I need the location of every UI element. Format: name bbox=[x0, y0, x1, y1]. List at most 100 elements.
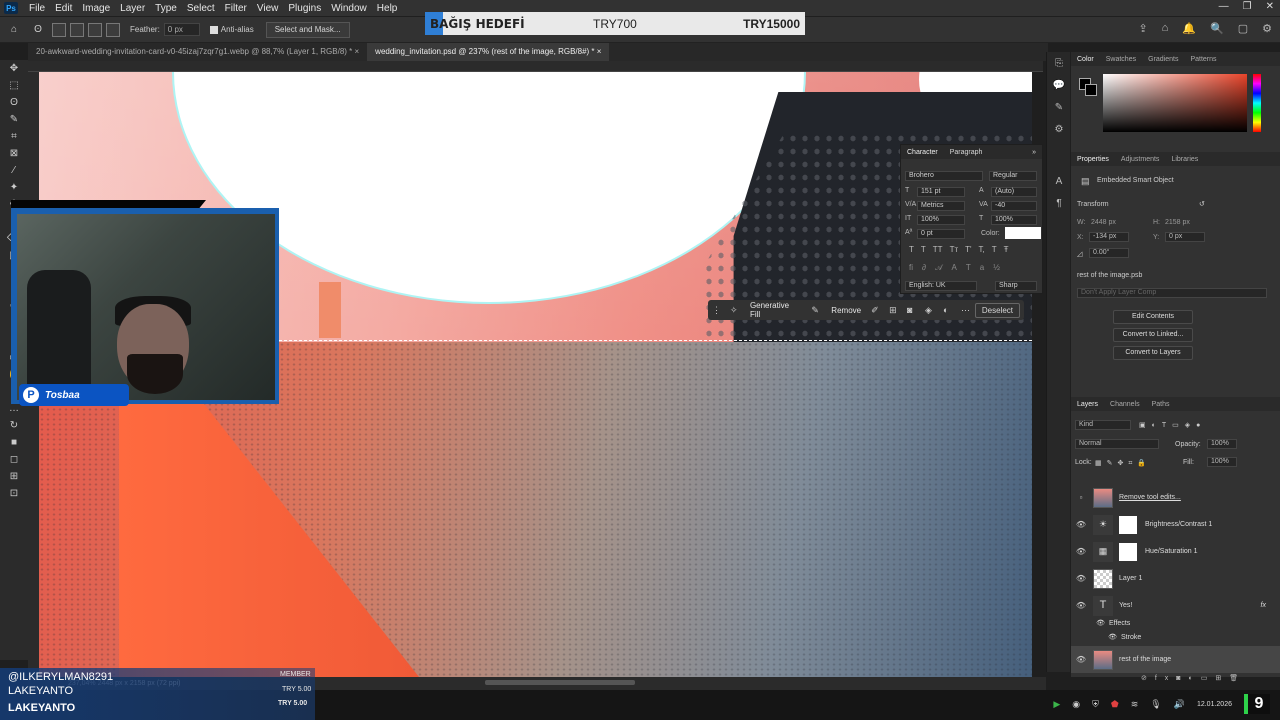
character-panel-icon[interactable]: A bbox=[1047, 170, 1071, 192]
layer-row[interactable]: 👁 ▦ Hue/Saturation 1 bbox=[1071, 538, 1280, 565]
menu-help[interactable]: Help bbox=[372, 3, 403, 14]
healing-brush-tool-icon[interactable]: ✦ bbox=[0, 179, 28, 196]
kerning-input[interactable]: Metrics bbox=[917, 201, 965, 211]
menu-layer[interactable]: Layer bbox=[115, 3, 150, 14]
menu-view[interactable]: View bbox=[252, 3, 284, 14]
select-and-mask-button[interactable]: Select and Mask... bbox=[265, 21, 350, 38]
ordinal-icon[interactable]: a bbox=[980, 263, 984, 273]
subtract-selection-button[interactable] bbox=[88, 22, 102, 37]
layer-actions-icons[interactable]: ⊘fx◙◐▭⊞🗑 bbox=[1141, 674, 1246, 682]
tab-paragraph[interactable]: Paragraph bbox=[944, 149, 989, 156]
adjustment-icon[interactable]: ◐ bbox=[943, 305, 953, 315]
superscript-icon[interactable]: T' bbox=[965, 245, 971, 254]
generative-fill-button[interactable]: Generative Fill bbox=[744, 301, 807, 319]
text-color-swatch[interactable] bbox=[1005, 227, 1041, 239]
eye-icon[interactable]: 👁 bbox=[1071, 520, 1091, 529]
lock-icons[interactable]: ▦✎✥⌗🔒 bbox=[1095, 459, 1151, 468]
layer-filter-kind-select[interactable]: Kind bbox=[1075, 420, 1131, 430]
foreground-color-icon[interactable]: ■ bbox=[0, 434, 28, 451]
faux-bold-icon[interactable]: T bbox=[909, 245, 914, 254]
visibility-off-icon[interactable]: ▫ bbox=[1071, 493, 1091, 502]
deselect-button[interactable]: Deselect bbox=[974, 302, 1021, 318]
tab-channels[interactable]: Channels bbox=[1104, 401, 1146, 408]
lasso-preset-icon[interactable]: ʘ bbox=[28, 21, 48, 38]
collapse-icon[interactable]: » bbox=[1026, 149, 1042, 156]
layer-row[interactable]: ▫ Remove tool edits... bbox=[1071, 484, 1280, 511]
tab-color[interactable]: Color bbox=[1071, 56, 1100, 63]
eye-icon[interactable]: 👁 bbox=[1071, 574, 1091, 583]
vertical-scale-input[interactable]: 100% bbox=[917, 215, 965, 225]
layer-filter-icons[interactable]: ▣◐T▭◈● bbox=[1139, 421, 1206, 429]
blend-mode-select[interactable]: Normal bbox=[1075, 439, 1159, 449]
tab-paths[interactable]: Paths bbox=[1146, 401, 1176, 408]
tab-wedding-invitation[interactable]: wedding_invitation.psd @ 237% (rest of t… bbox=[367, 43, 610, 61]
fx-icon[interactable]: fx bbox=[1261, 602, 1266, 609]
ligature-icon[interactable]: fi bbox=[909, 263, 913, 273]
cloud-icon[interactable]: ⌂ bbox=[1162, 22, 1169, 35]
underline-icon[interactable]: T bbox=[992, 245, 997, 254]
frame-tool-icon[interactable]: ⊠ bbox=[0, 145, 28, 162]
baseline-input[interactable]: 0 pt bbox=[917, 229, 965, 239]
settings-icon[interactable]: ⚙ bbox=[1262, 22, 1272, 35]
small-caps-icon[interactable]: Tт bbox=[950, 245, 959, 254]
home-icon[interactable]: ⌂ bbox=[0, 21, 28, 38]
hue-slider[interactable] bbox=[1253, 74, 1261, 132]
fill-input[interactable]: 100% bbox=[1207, 457, 1237, 467]
convert-to-layers-button[interactable]: Convert to Layers bbox=[1113, 346, 1193, 360]
minimize-icon[interactable]: — bbox=[1219, 1, 1229, 12]
language-select[interactable]: English: UK bbox=[905, 281, 977, 291]
more-options-icon[interactable]: ⋯ bbox=[961, 305, 971, 315]
shield-icon[interactable]: ⛨ bbox=[1092, 699, 1099, 710]
menu-file[interactable]: File bbox=[24, 3, 50, 14]
menu-select[interactable]: Select bbox=[182, 3, 220, 14]
restore-icon[interactable]: ❐ bbox=[1243, 1, 1252, 12]
old-style-icon[interactable]: ∂ bbox=[922, 263, 926, 273]
antivirus-icon[interactable]: ⬟ bbox=[1111, 699, 1119, 710]
search-icon[interactable]: 🔍 bbox=[1210, 22, 1224, 35]
eye-icon[interactable]: 👁 bbox=[1071, 547, 1091, 556]
workspace-icon[interactable]: ▢ bbox=[1238, 22, 1248, 35]
menu-type[interactable]: Type bbox=[150, 3, 182, 14]
dots-handle-icon[interactable]: ⋮ bbox=[712, 305, 722, 315]
mask-icon[interactable]: ◙ bbox=[907, 305, 917, 315]
stylistic-icon[interactable]: A bbox=[952, 263, 957, 273]
lasso-tool-icon[interactable]: ʘ bbox=[0, 94, 28, 111]
strikethrough-icon[interactable]: Ŧ bbox=[1004, 245, 1009, 254]
menu-image[interactable]: Image bbox=[77, 3, 115, 14]
font-style-select[interactable]: Regular bbox=[989, 171, 1037, 181]
quick-mask-icon[interactable]: ◻ bbox=[0, 451, 28, 468]
y-position-input[interactable]: 0 px bbox=[1165, 232, 1205, 242]
angle-input[interactable]: 0.00° bbox=[1089, 248, 1129, 258]
edit-contents-button[interactable]: Edit Contents bbox=[1113, 310, 1193, 324]
tray-app-icon[interactable]: ◉ bbox=[1072, 699, 1080, 710]
notification-badge[interactable]: 9 bbox=[1244, 694, 1270, 714]
comments-icon[interactable]: 💬 bbox=[1047, 74, 1071, 96]
opacity-input[interactable]: 100% bbox=[1207, 439, 1237, 449]
crop-tool-icon[interactable]: ⌗ bbox=[0, 128, 28, 145]
feather-input[interactable]: 0 px bbox=[163, 23, 200, 36]
antialias-checkbox[interactable] bbox=[209, 25, 218, 34]
play-icon[interactable]: ▶ bbox=[1053, 699, 1060, 710]
close-icon[interactable]: ✕ bbox=[1266, 1, 1274, 12]
clock-date[interactable]: 12.01.2026 bbox=[1197, 701, 1232, 708]
eye-icon[interactable]: 👁 bbox=[1071, 619, 1109, 627]
fraction-icon[interactable]: ½ bbox=[993, 263, 1000, 273]
new-selection-button[interactable] bbox=[52, 22, 66, 37]
eyedropper-tool-icon[interactable]: ⁄ bbox=[0, 162, 28, 179]
notifications-icon[interactable]: 🔔 bbox=[1182, 22, 1196, 35]
remove-button[interactable]: Remove bbox=[825, 306, 867, 315]
artboard-icon[interactable]: ⊡ bbox=[0, 485, 28, 502]
font-size-input[interactable]: 151 pt bbox=[917, 187, 965, 197]
add-selection-button[interactable] bbox=[70, 22, 84, 37]
fill-icon[interactable]: ◈ bbox=[925, 305, 935, 315]
tab-libraries[interactable]: Libraries bbox=[1165, 156, 1204, 163]
tab-properties[interactable]: Properties bbox=[1071, 156, 1115, 163]
antialias-select[interactable]: Sharp bbox=[995, 281, 1037, 291]
subscript-icon[interactable]: T, bbox=[979, 245, 985, 254]
tab-patterns[interactable]: Patterns bbox=[1184, 56, 1222, 63]
eye-icon[interactable]: 👁 bbox=[1071, 655, 1091, 664]
menu-edit[interactable]: Edit bbox=[50, 3, 77, 14]
layer-row[interactable]: 👁 T Yes! fx bbox=[1071, 592, 1280, 619]
tab-adjustments[interactable]: Adjustments bbox=[1115, 156, 1166, 163]
tracking-input[interactable]: -40 bbox=[991, 201, 1037, 211]
